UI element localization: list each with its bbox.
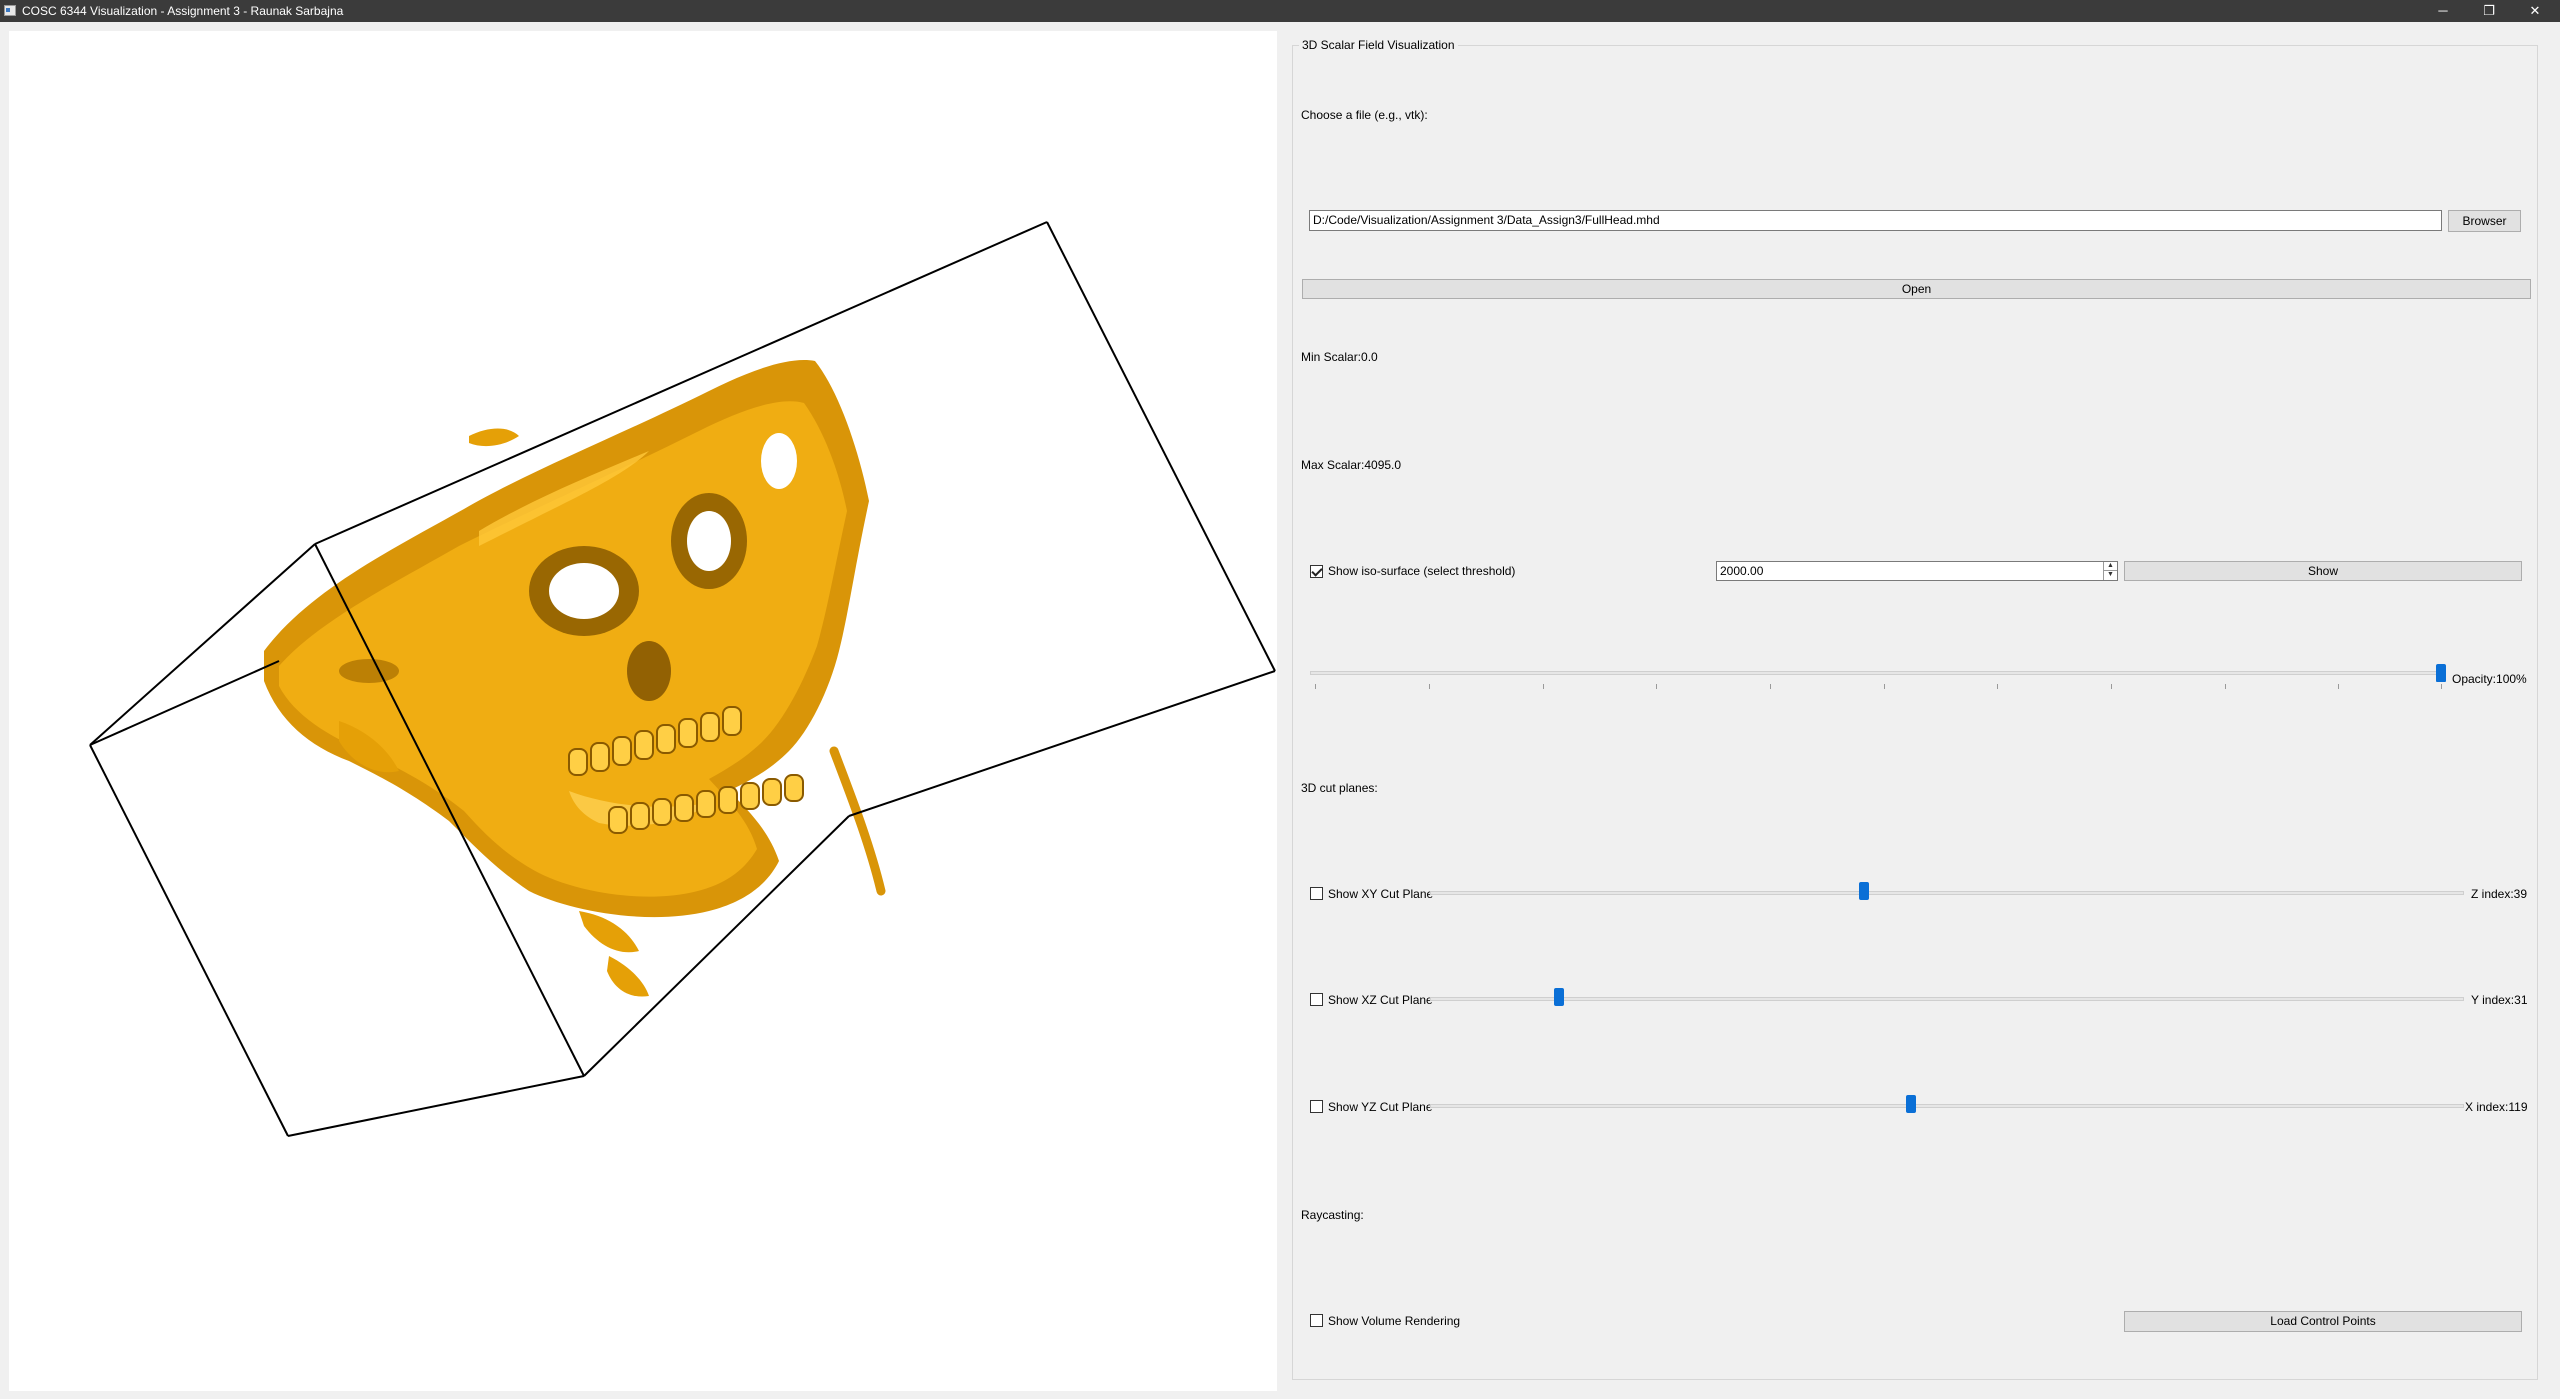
close-button[interactable]: ✕ [2512,0,2558,22]
skull-isosurface [264,360,886,997]
xz-cut-plane-slider-handle[interactable] [1554,988,1564,1006]
xy-cut-plane-label: Show XY Cut Plane [1328,887,1434,901]
panel-title: 3D Scalar Field Visualization [1299,38,1458,52]
yz-cut-plane-checkbox[interactable] [1310,1100,1323,1113]
minimize-button[interactable]: ─ [2420,0,2466,22]
x-index-label: X index:119 [2465,1100,2528,1114]
opacity-label: Opacity:100% [2452,672,2527,686]
xz-cut-plane-checkbox[interactable] [1310,993,1323,1006]
yz-cut-plane-slider-track[interactable] [1430,1104,2464,1108]
xy-cut-plane-slider-handle[interactable] [1859,882,1869,900]
yz-cut-plane-label: Show YZ Cut Plane [1328,1100,1433,1114]
xz-cut-plane-label: Show XZ Cut Plane [1328,993,1433,1007]
z-index-label: Z index:39 [2471,887,2528,901]
y-index-label: Y index:31 [2471,993,2528,1007]
threshold-spinbox[interactable]: 2000.00 ▲ ▼ [1716,561,2118,581]
xz-cut-plane-slider-track[interactable] [1430,997,2464,1001]
yz-cut-plane-slider-handle[interactable] [1906,1095,1916,1113]
file-path-input[interactable]: D:/Code/Visualization/Assignment 3/Data_… [1309,210,2442,231]
max-scalar-label: Max Scalar:4095.0 [1301,458,1402,472]
window-title: COSC 6344 Visualization - Assignment 3 -… [22,4,344,18]
xy-cut-plane-slider-track[interactable] [1430,891,2464,895]
iso-surface-checkbox[interactable] [1310,565,1323,578]
opacity-slider-handle[interactable] [2436,664,2446,682]
volume-rendering-label: Show Volume Rendering [1328,1314,1461,1328]
restore-button[interactable]: ❐ [2466,0,2512,22]
title-bar: COSC 6344 Visualization - Assignment 3 -… [0,0,2560,22]
app-icon [4,5,16,16]
control-panel-group [1292,45,2538,1380]
volume-render-scene [89,221,1276,1137]
volume-rendering-checkbox[interactable] [1310,1314,1323,1327]
cut-planes-heading: 3D cut planes: [1301,781,1378,795]
spin-up-icon[interactable]: ▲ [2103,562,2117,571]
render-viewport[interactable] [9,31,1277,1391]
file-prompt-label: Choose a file (e.g., vtk): [1301,108,1428,122]
load-control-points-button[interactable]: Load Control Points [2124,1311,2522,1332]
open-button[interactable]: Open [1302,279,2531,299]
show-iso-button[interactable]: Show [2124,561,2522,581]
spin-down-icon[interactable]: ▼ [2103,571,2117,580]
raycasting-heading: Raycasting: [1301,1208,1364,1222]
threshold-value: 2000.00 [1720,564,1764,578]
min-scalar-label: Min Scalar:0.0 [1301,350,1378,364]
opacity-slider-track[interactable] [1310,671,2443,675]
xy-cut-plane-checkbox[interactable] [1310,887,1323,900]
iso-surface-label: Show iso-surface (select threshold) [1328,564,1516,578]
browse-button[interactable]: Browser [2448,210,2521,232]
